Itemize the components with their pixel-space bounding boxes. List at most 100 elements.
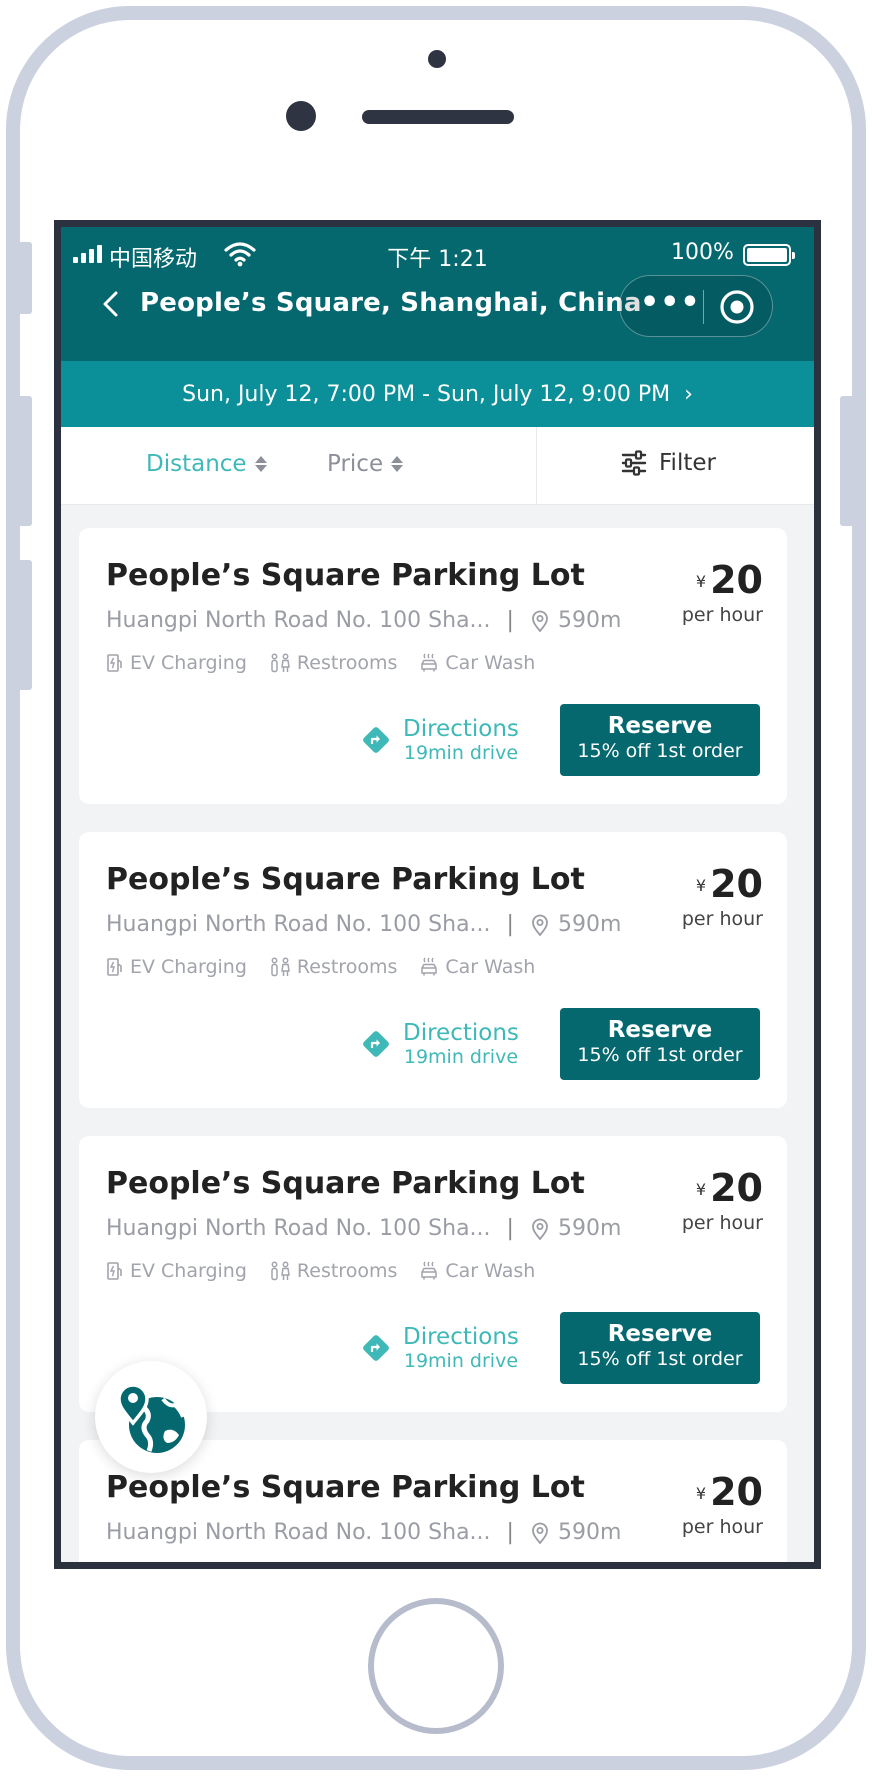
- location-pin-icon: [532, 1522, 548, 1544]
- battery-icon: [743, 244, 795, 266]
- sort-price-label: Price: [327, 451, 384, 477]
- amenity-label: EV Charging: [130, 956, 247, 978]
- mute-switch: [18, 242, 32, 314]
- status-bar: 中国移动 下午 1:21 100%: [61, 227, 814, 281]
- directions-label: Directions: [403, 716, 519, 742]
- lot-address: Huangpi North Road No. 100 Sha...: [106, 608, 491, 633]
- lot-address: Huangpi North Road No. 100 Sha...: [106, 1216, 491, 1241]
- price-value: 20: [710, 558, 763, 602]
- car-wash-icon: [421, 957, 438, 976]
- reserve-button[interactable]: Reserve 15% off 1st order: [560, 1312, 760, 1384]
- amenities-list: EV Charging Restrooms Car Wash: [106, 1260, 535, 1282]
- amenity-ev-charging: EV Charging: [106, 652, 247, 674]
- amenity-label: Restrooms: [296, 652, 398, 674]
- sort-price-button[interactable]: Price: [327, 451, 404, 477]
- power-button: [840, 396, 854, 526]
- restroom-icon: [271, 653, 290, 673]
- price-unit: per hour: [681, 1212, 763, 1234]
- amenity-ev-charging: EV Charging: [106, 956, 247, 978]
- ev-charging-icon: [107, 654, 122, 672]
- proximity-sensor: [428, 50, 446, 68]
- amenity-label: EV Charging: [130, 652, 247, 674]
- promo-text: 15% off 1st order: [577, 740, 743, 762]
- price-value: 20: [710, 862, 763, 906]
- map-view-button[interactable]: [95, 1361, 207, 1473]
- lot-address: Huangpi North Road No. 100 Sha...: [106, 912, 491, 937]
- promo-text: 15% off 1st order: [577, 1348, 743, 1370]
- drive-time: 19min drive: [403, 742, 519, 764]
- restroom-icon: [271, 957, 290, 977]
- promo-text: 15% off 1st order: [577, 1044, 743, 1066]
- car-wash-icon: [421, 1261, 438, 1280]
- parking-lot-card[interactable]: People’s Square Parking Lot Huangpi Nort…: [79, 528, 787, 804]
- separator: |: [506, 912, 514, 937]
- lot-distance: 590m: [557, 1216, 622, 1241]
- lot-address: Huangpi North Road No. 100 Sha...: [106, 1520, 491, 1545]
- volume-up-button: [18, 396, 32, 526]
- ev-charging-icon: [107, 958, 122, 976]
- separator: |: [506, 1520, 514, 1545]
- earpiece-speaker: [362, 110, 514, 124]
- separator: |: [506, 608, 514, 633]
- separator: |: [506, 1216, 514, 1241]
- sort-divider: [536, 427, 537, 505]
- date-range-text: Sun, July 12, 7:00 PM - Sun, July 12, 9:…: [182, 381, 671, 407]
- price-unit: per hour: [681, 908, 763, 930]
- drive-time: 19min drive: [403, 1046, 519, 1068]
- sort-arrows-icon: [254, 456, 267, 472]
- price-block: ¥20 per hour: [682, 864, 763, 930]
- amenity-label: Car Wash: [445, 1260, 536, 1282]
- restroom-icon: [271, 1261, 290, 1281]
- price-block: ¥20 per hour: [682, 1472, 763, 1538]
- amenity-label: Car Wash: [445, 956, 536, 978]
- lot-address-row: Huangpi North Road No. 100 Sha... | 590m: [106, 608, 621, 633]
- currency-symbol: ¥: [695, 876, 707, 895]
- location-pin-icon: [532, 610, 548, 632]
- front-camera: [286, 101, 316, 131]
- directions-button[interactable]: Directions 19min drive: [361, 1324, 519, 1372]
- lot-distance: 590m: [557, 608, 622, 633]
- date-range-selector[interactable]: Sun, July 12, 7:00 PM - Sun, July 12, 9:…: [61, 361, 814, 427]
- directions-icon: [363, 1335, 389, 1361]
- lot-name: People’s Square Parking Lot: [106, 862, 585, 897]
- more-icon[interactable]: •••: [640, 286, 700, 326]
- price-unit: per hour: [681, 604, 763, 626]
- amenity-label: Restrooms: [296, 1260, 398, 1282]
- home-button[interactable]: [368, 1598, 504, 1734]
- ev-charging-icon: [107, 1262, 122, 1280]
- filter-button[interactable]: Filter: [621, 450, 716, 476]
- lot-name: People’s Square Parking Lot: [106, 558, 585, 593]
- currency-symbol: ¥: [695, 1484, 707, 1503]
- amenity-car-wash: Car Wash: [419, 652, 535, 674]
- amenity-label: Car Wash: [445, 652, 536, 674]
- amenity-label: Restrooms: [296, 956, 398, 978]
- price-value: 20: [710, 1470, 763, 1514]
- amenity-ev-charging: EV Charging: [106, 1260, 247, 1282]
- reserve-button[interactable]: Reserve 15% off 1st order: [560, 1008, 760, 1080]
- parking-lot-card[interactable]: People’s Square Parking Lot Huangpi Nort…: [79, 1136, 787, 1412]
- reserve-label: Reserve: [607, 1017, 713, 1043]
- filter-label: Filter: [659, 450, 716, 476]
- reserve-label: Reserve: [607, 713, 713, 739]
- filter-icon: [621, 450, 647, 476]
- sort-bar: Distance Price Filter: [61, 427, 814, 505]
- directions-button[interactable]: Directions 19min drive: [361, 716, 519, 764]
- lot-address-row: Huangpi North Road No. 100 Sha... | 590m: [106, 1520, 621, 1545]
- price-block: ¥20 per hour: [682, 1168, 763, 1234]
- sort-distance-button[interactable]: Distance: [146, 451, 267, 477]
- directions-button[interactable]: Directions 19min drive: [361, 1020, 519, 1068]
- directions-label: Directions: [403, 1324, 519, 1350]
- currency-symbol: ¥: [695, 1180, 707, 1199]
- amenity-car-wash: Car Wash: [419, 1260, 535, 1282]
- battery-percent: 100%: [671, 240, 734, 265]
- target-icon[interactable]: [718, 288, 756, 326]
- reserve-button[interactable]: Reserve 15% off 1st order: [560, 704, 760, 776]
- lot-distance: 590m: [557, 1520, 622, 1545]
- price-value: 20: [710, 1166, 763, 1210]
- back-icon[interactable]: [97, 289, 127, 319]
- reserve-label: Reserve: [607, 1321, 713, 1347]
- parking-lot-card[interactable]: People’s Square Parking Lot Huangpi Nort…: [79, 832, 787, 1108]
- amenities-list: EV Charging Restrooms Car Wash: [106, 956, 535, 978]
- screen: 中国移动 下午 1:21 100% People’s Square, Shang…: [54, 220, 821, 1569]
- car-wash-icon: [421, 653, 438, 672]
